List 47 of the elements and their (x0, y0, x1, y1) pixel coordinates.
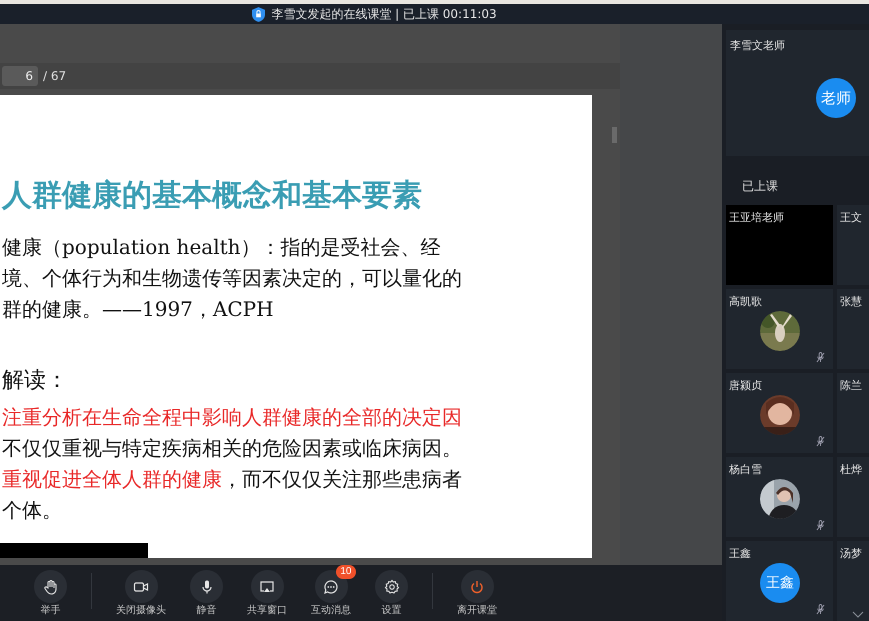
toolbar-button[interactable]: 关闭摄像头 (116, 565, 166, 617)
participant-tile[interactable]: 张慧 (837, 289, 869, 369)
section-label: 已上课 (742, 178, 779, 195)
slide-text: 注重分析在生命全程中影响人群健康的全部的决定因 (2, 404, 463, 431)
toolbar-button[interactable]: 10 互动消息 (303, 565, 359, 617)
participant-tile[interactable]: 杨白雪 (726, 457, 833, 537)
participant-name: 杨白雪 (729, 462, 762, 477)
participant-name: 王文 (840, 210, 862, 225)
page-count: / 67 (43, 69, 66, 83)
participant-tile[interactable]: 王亚培老师 (726, 205, 833, 285)
participant-tile[interactable]: 唐颍贞 (726, 373, 833, 453)
slide-text: 不仅仅重视与特定疾病相关的危险因素或临床病因。 (2, 435, 463, 462)
participant-name: 唐颍贞 (729, 378, 762, 393)
chevron-down-icon[interactable] (852, 611, 864, 618)
slide-text: 解读： (2, 367, 69, 395)
slide-title: 人群健康的基本概念和基本要素 (2, 177, 423, 215)
participant-name: 王亚培老师 (729, 210, 784, 225)
chat-icon (323, 578, 339, 594)
participant-tile[interactable]: 高凯歌 (726, 289, 833, 369)
notification-badge: 10 (336, 565, 356, 579)
participant-tile[interactable]: 陈兰 (837, 373, 869, 453)
screen-share-icon (259, 578, 275, 594)
participant-tile[interactable]: 王鑫 王鑫 (726, 541, 833, 621)
power-icon (469, 578, 485, 594)
participant-tile[interactable]: 汤梦 (837, 541, 869, 621)
scrollbar-thumb[interactable] (612, 127, 617, 143)
participant-tile[interactable]: 王文 (837, 205, 869, 285)
participant-name: 杜烨 (840, 462, 862, 477)
slide-text: 个体。 (2, 497, 63, 524)
slide-text: 境、个体行为和生物遗传等因素决定的，可以量化的 (2, 265, 463, 292)
participant-name: 王鑫 (729, 546, 751, 561)
slide-text: 健康（population health）：指的是受社会、经 (2, 234, 442, 261)
hand-icon (42, 578, 58, 594)
shield-lock-icon (252, 6, 266, 22)
avatar: 老师 (816, 78, 856, 118)
page-number-field[interactable]: 6 (2, 66, 38, 86)
avatar: 王鑫 (760, 563, 800, 603)
settings-icon (384, 578, 400, 594)
slide-text: 重视促进全体人群的健康，而不仅仅关注那些患病者 (2, 466, 463, 493)
slide-text: 群的健康。——1997，ACPH (2, 296, 275, 323)
participant-name: 高凯歌 (729, 294, 762, 309)
participant-tile[interactable]: 杜烨 (837, 457, 869, 537)
participant-name: 陈兰 (840, 378, 862, 393)
participant-name: 张慧 (840, 294, 862, 309)
participant-name: 汤梦 (840, 546, 862, 561)
window-title: 李雪文发起的在线课堂 | 已上课 00:11:03 (271, 6, 497, 22)
participant-name: 李雪文老师 (730, 38, 785, 53)
